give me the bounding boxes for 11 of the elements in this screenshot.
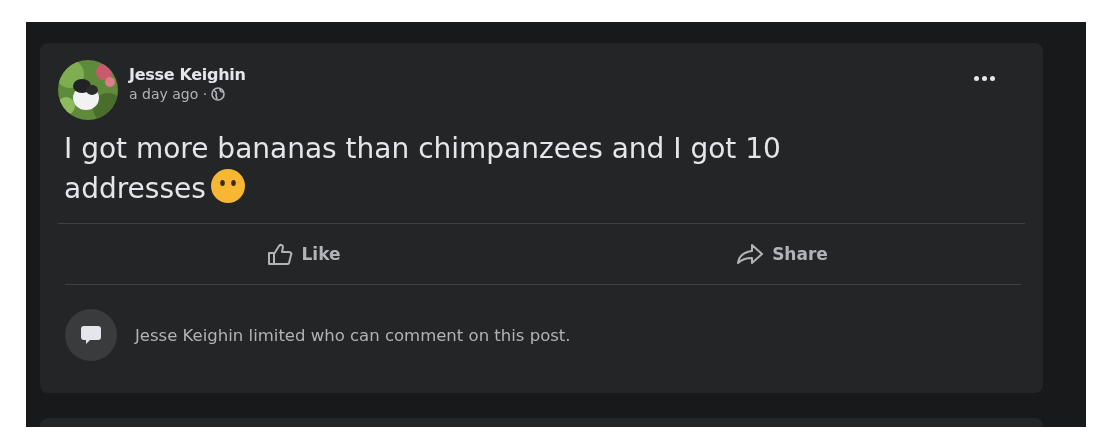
thumbs-up-icon xyxy=(267,242,294,266)
post-text: I got more bananas than chimpanzees and I got 10 addresses xyxy=(64,131,782,206)
globe-icon xyxy=(211,87,226,101)
like-button[interactable]: Like xyxy=(65,224,543,284)
comment-bubble-icon xyxy=(65,309,117,361)
share-button[interactable]: Share xyxy=(543,224,1021,284)
share-arrow-icon xyxy=(736,243,765,265)
author-name[interactable]: Jesse Keighin xyxy=(129,65,947,84)
emoji-icon xyxy=(209,168,246,204)
post-time[interactable]: a day ago · xyxy=(129,86,208,102)
comment-limit-notice: Jesse Keighin limited who can comment on this post. xyxy=(135,325,571,345)
